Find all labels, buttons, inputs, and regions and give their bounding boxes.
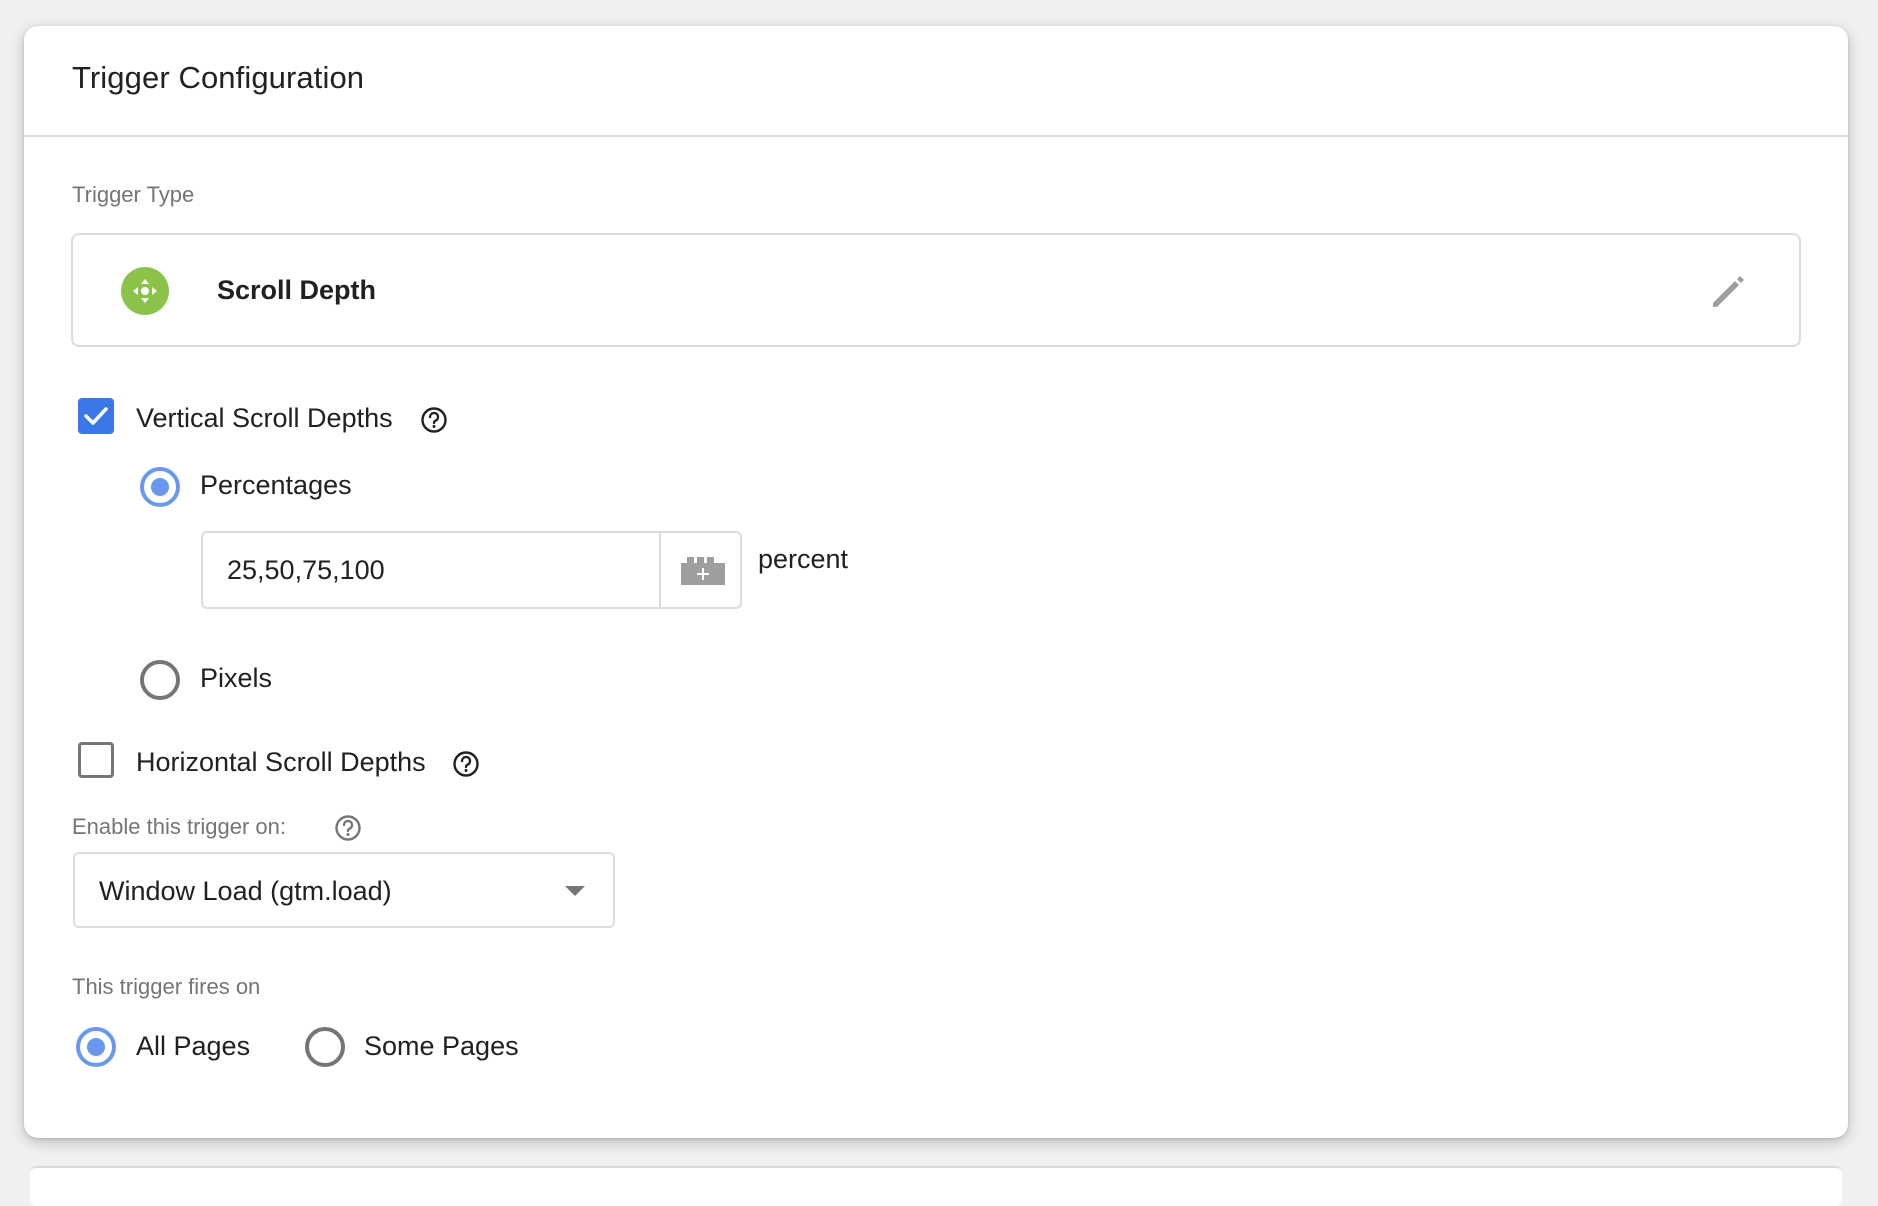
pixels-label: Pixels	[200, 663, 273, 693]
next-card-edge	[30, 1166, 1842, 1206]
horizontal-scroll-depths-label: Horizontal Scroll Depths	[136, 747, 426, 777]
all-pages-label: All Pages	[136, 1031, 251, 1061]
pencil-icon[interactable]	[1709, 271, 1749, 311]
vertical-scroll-depths-checkbox[interactable]	[78, 398, 114, 434]
scroll-depth-icon	[121, 267, 169, 315]
some-pages-label: Some Pages	[364, 1031, 519, 1061]
percentages-label: Percentages	[200, 470, 352, 500]
help-circle-icon[interactable]	[452, 750, 480, 778]
horizontal-scroll-depths-checkbox[interactable]	[78, 742, 114, 778]
some-pages-radio[interactable]	[305, 1027, 345, 1067]
all-pages-radio[interactable]	[76, 1027, 116, 1067]
percentages-radio[interactable]	[140, 467, 180, 507]
chevron-down-icon	[565, 886, 585, 896]
card-header: Trigger Configuration	[24, 26, 1848, 137]
percent-unit-label: percent	[758, 544, 849, 574]
fires-on-label: This trigger fires on	[72, 974, 261, 999]
percentages-field	[201, 531, 742, 609]
pixels-radio[interactable]	[140, 660, 180, 700]
trigger-configuration-card: Trigger Configuration Trigger Type Scrol…	[24, 26, 1848, 1138]
trigger-type-selector[interactable]: Scroll Depth	[71, 233, 1801, 347]
enable-trigger-on-label: Enable this trigger on:	[72, 814, 287, 839]
insert-variable-button[interactable]	[659, 533, 740, 607]
add-variable-icon	[681, 557, 725, 585]
enable-trigger-on-value: Window Load (gtm.load)	[99, 876, 392, 906]
help-circle-icon[interactable]	[420, 406, 448, 434]
percentages-input[interactable]	[203, 533, 659, 607]
enable-trigger-on-select[interactable]: Window Load (gtm.load)	[73, 852, 615, 928]
card-title: Trigger Configuration	[72, 60, 365, 95]
trigger-type-name: Scroll Depth	[217, 275, 377, 305]
vertical-scroll-depths-label: Vertical Scroll Depths	[136, 403, 393, 433]
help-circle-icon[interactable]	[334, 814, 362, 842]
trigger-type-label: Trigger Type	[72, 182, 195, 207]
